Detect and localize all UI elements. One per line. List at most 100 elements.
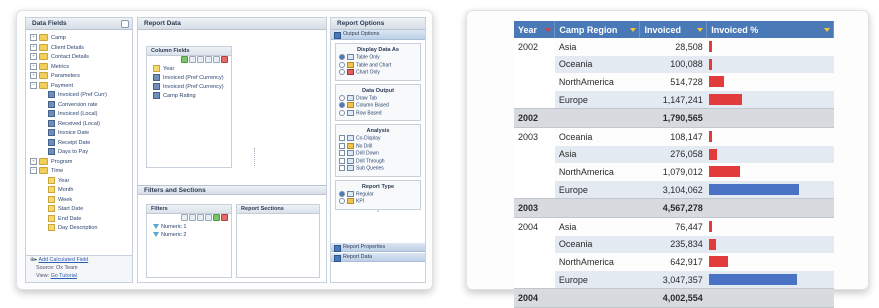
expand-icon[interactable]: + — [30, 157, 37, 165]
option-row[interactable]: Table Only — [336, 54, 420, 62]
column-header[interactable]: Camp Region — [554, 21, 641, 38]
column-header[interactable]: Year — [514, 21, 556, 38]
option-row[interactable]: No Drill — [336, 142, 420, 151]
expand-icon[interactable]: + — [30, 34, 37, 42]
delete-icon[interactable] — [221, 214, 228, 221]
report-sections-title: Report Sections — [237, 205, 319, 214]
column-fields-box[interactable]: Column Fields Year Invoiced (Pref Currenc… — [146, 46, 232, 168]
checkbox[interactable] — [339, 135, 345, 141]
column-field-item[interactable]: Invoiced (Pref Currency) — [153, 74, 231, 83]
radio-button[interactable] — [339, 94, 345, 101]
down-arrow-icon[interactable] — [189, 214, 196, 221]
option-row[interactable]: Column Based — [336, 102, 420, 110]
view-tutorial-link[interactable]: Go Tutorial — [51, 273, 77, 279]
radio-button[interactable] — [339, 198, 345, 204]
tree-field[interactable]: Invoiced (Pref Curr) — [30, 91, 132, 101]
checkbox[interactable] — [339, 142, 345, 149]
column-field-item[interactable]: Year — [153, 65, 231, 74]
option-row[interactable]: Drill Through — [336, 157, 420, 166]
invoiced-bar — [708, 148, 717, 160]
column-header[interactable]: Invoiced % — [706, 21, 834, 38]
checkbox[interactable] — [339, 150, 345, 156]
tree-field[interactable]: Year — [30, 176, 132, 187]
sort-icon[interactable] — [205, 56, 212, 63]
option-row[interactable]: KPI — [336, 198, 420, 206]
edit-icon[interactable] — [213, 56, 220, 63]
tree-folder[interactable]: + Metrics — [30, 62, 132, 73]
option-row[interactable]: Chart Only — [336, 69, 420, 77]
tree-field[interactable]: Invoice Date — [30, 129, 132, 139]
column-header-label: Invoiced % — [711, 24, 759, 35]
column-field-item[interactable]: Camp Rating — [153, 92, 231, 101]
invoiced-bar — [708, 166, 740, 178]
down-arrow-icon[interactable] — [197, 56, 204, 63]
tree-field[interactable]: Conversion rate — [30, 100, 132, 111]
radio-button[interactable] — [339, 54, 345, 60]
tree-folder[interactable]: + Parameters — [30, 72, 132, 82]
delete-icon[interactable] — [221, 56, 228, 63]
filters-box[interactable]: Filters Numeric 1 Numeric 2 — [146, 204, 232, 278]
report-data-bar[interactable]: Report Data — [331, 253, 425, 262]
option-row[interactable]: Sub Queries — [336, 165, 420, 173]
radio-button[interactable] — [339, 190, 345, 197]
add-icon[interactable] — [181, 56, 188, 63]
expand-icon[interactable]: + — [30, 72, 37, 80]
option-row[interactable]: Co-Display — [336, 135, 420, 143]
tree-field[interactable]: Received (Local) — [30, 119, 132, 130]
collapse-icon[interactable]: − — [30, 167, 37, 175]
collapse-icon[interactable]: − — [30, 81, 37, 89]
option-row[interactable]: Row Based — [336, 109, 420, 118]
output-options-bar[interactable]: Output Options — [331, 30, 425, 40]
tree-field[interactable]: Day Description — [30, 224, 132, 234]
column-field-item[interactable]: Invoiced (Pref Currency) — [153, 83, 231, 92]
collapse-chevron-icon[interactable]: ⌃ — [331, 210, 425, 216]
edit-icon[interactable] — [205, 214, 212, 221]
add-calculated-field-link[interactable]: Add Calculated Field — [38, 257, 88, 263]
checkbox[interactable] — [339, 157, 345, 164]
tree-folder[interactable]: + Contact Details — [30, 53, 132, 63]
up-arrow-icon[interactable] — [181, 214, 188, 221]
tree-field[interactable]: Invoiced (Local) — [30, 110, 132, 120]
sort-arrow-icon[interactable] — [824, 28, 830, 32]
tree-folder[interactable]: + Client Details — [30, 43, 132, 54]
panel-menu-icon[interactable] — [121, 20, 129, 28]
filter-item[interactable]: Numeric 2 — [153, 231, 231, 239]
up-arrow-icon[interactable] — [189, 56, 196, 63]
report-sections-box[interactable]: Report Sections — [236, 204, 320, 278]
tree-folder[interactable]: − Time — [30, 167, 132, 177]
tree-folder[interactable]: + Program — [30, 157, 132, 168]
radio-button[interactable] — [339, 69, 345, 75]
invoiced-bar — [708, 274, 797, 286]
radio-button[interactable] — [339, 102, 345, 108]
tree-field[interactable]: End Date — [30, 214, 132, 225]
column-header[interactable]: Invoiced — [639, 21, 708, 38]
sort-arrow-icon[interactable] — [630, 28, 637, 32]
expand-icon[interactable]: + — [30, 62, 37, 70]
sort-arrow-icon[interactable] — [545, 28, 552, 32]
radio-button[interactable] — [339, 109, 345, 116]
splitter-handle[interactable] — [254, 148, 257, 166]
tree-field[interactable]: Start Date — [30, 205, 132, 215]
tree-folder[interactable]: + Camp — [30, 34, 132, 44]
tree-field[interactable]: Receipt Date — [30, 138, 132, 149]
tree-field[interactable]: Month — [30, 186, 132, 196]
tree-folder[interactable]: − Payment — [30, 81, 132, 92]
report-header-row: Year Camp Region Invoiced Invoiced % — [514, 21, 834, 38]
option-row[interactable]: Table and Chart — [336, 61, 420, 70]
tree-field[interactable]: Week — [30, 195, 132, 206]
sort-arrow-icon[interactable] — [697, 28, 704, 32]
report-properties-bar[interactable]: Report Properties — [331, 243, 425, 252]
tree-field[interactable]: Days to Pay — [30, 148, 132, 158]
display-data-as-group: Display Data As Table Only Table and Chart… — [335, 43, 421, 81]
expand-icon[interactable]: + — [30, 43, 37, 51]
tree-label: Conversion rate — [58, 101, 98, 108]
filter-item[interactable]: Numeric 1 — [153, 223, 231, 231]
add-icon[interactable] — [213, 214, 220, 221]
option-row[interactable]: Drill Down — [336, 150, 420, 158]
radio-button[interactable] — [339, 61, 345, 68]
sort-icon[interactable] — [197, 214, 204, 221]
option-row[interactable]: Regular — [336, 190, 420, 199]
expand-icon[interactable]: + — [30, 53, 37, 61]
checkbox[interactable] — [339, 165, 345, 171]
option-row[interactable]: Draw Tab — [336, 94, 420, 103]
